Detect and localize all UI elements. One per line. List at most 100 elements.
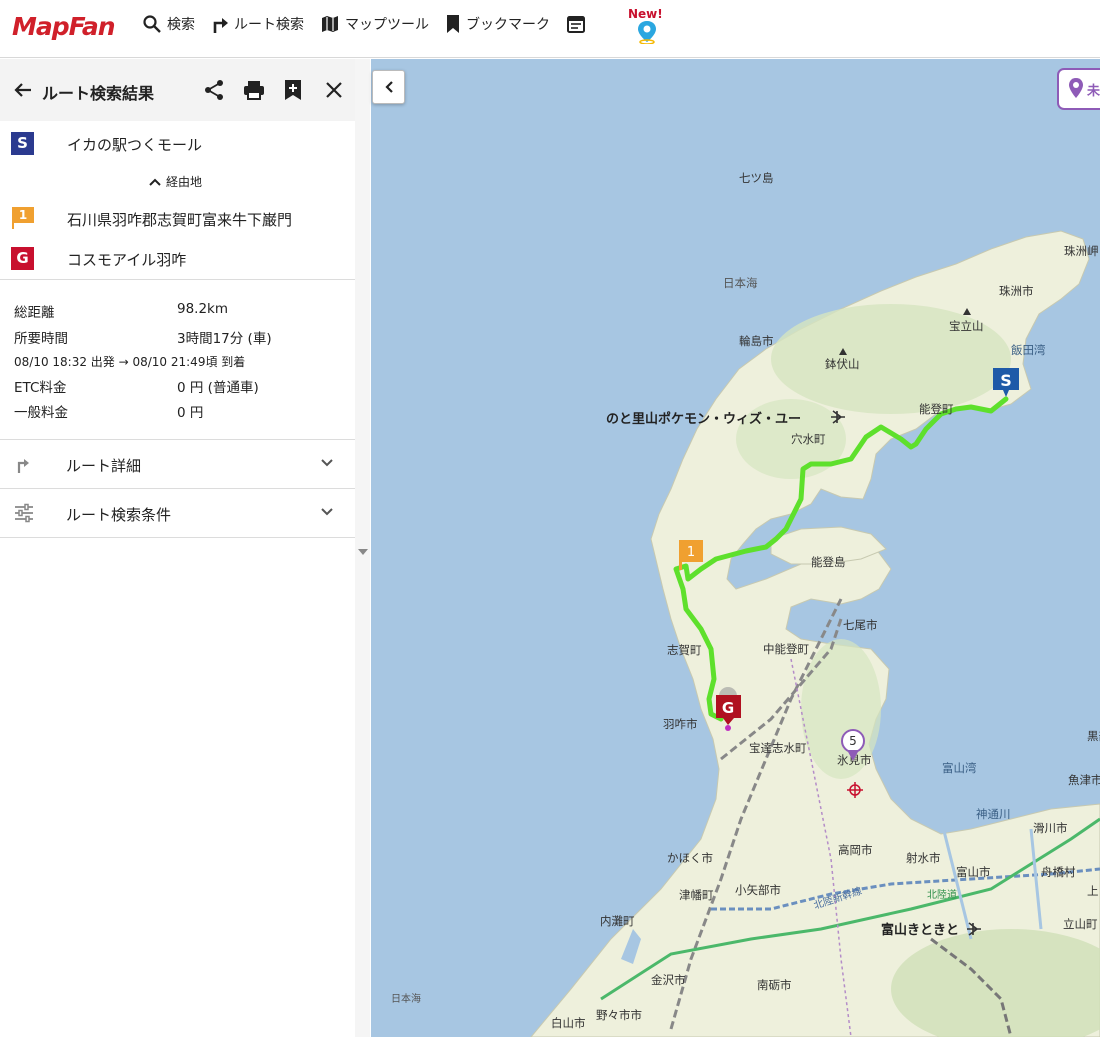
map-chip-label: 未	[1087, 84, 1100, 99]
map-label: 野々市市	[596, 1008, 642, 1022]
chevron-up-icon	[149, 178, 161, 186]
panel-header: ルート検索結果	[0, 59, 355, 121]
share-icon[interactable]	[203, 79, 225, 101]
route-conditions-label: ルート検索条件	[66, 506, 172, 524]
map-label: 能登島	[811, 555, 846, 569]
map-label: 魚津市	[1068, 773, 1100, 787]
nav-search-label: 検索	[167, 17, 195, 33]
toll-value: 0 円	[177, 405, 204, 421]
etc-value: 0 円 (普通車)	[177, 380, 259, 396]
back-arrow-icon[interactable]	[12, 79, 34, 101]
map-label: 中能登町	[763, 642, 809, 656]
route-icon	[213, 18, 228, 33]
goal-badge: G	[11, 247, 34, 270]
map-label: 富山市	[956, 865, 991, 879]
nav-calendar[interactable]	[566, 14, 591, 34]
via-toggle-label: 経由地	[166, 175, 203, 189]
map-label: 津幡町	[679, 888, 714, 902]
via-flag-icon: 1	[12, 207, 34, 229]
add-bookmark-icon[interactable]	[284, 79, 302, 101]
map-label: 日本海	[723, 276, 758, 290]
map-label: 宝達志水町	[749, 741, 807, 755]
map-icon	[322, 16, 338, 32]
map-label: 珠洲岬	[1064, 244, 1099, 258]
collapse-panel-button[interactable]	[372, 70, 405, 104]
map-label: 日本海	[391, 992, 421, 1005]
chevron-down-icon	[321, 459, 333, 467]
svg-text:S: S	[1000, 371, 1012, 390]
distance-value: 98.2km	[177, 301, 229, 317]
map-label: 穴水町	[791, 432, 826, 446]
toll-label: 一般料金	[14, 405, 68, 421]
map-pin-new-icon[interactable]	[636, 20, 658, 44]
via-points-toggle[interactable]: 経由地	[148, 173, 202, 190]
map-label: 富山湾	[942, 761, 977, 775]
bookmark-icon	[447, 15, 459, 33]
location-pin-icon	[1069, 78, 1083, 98]
map-label: 飯田湾	[1011, 343, 1046, 357]
time-label: 所要時間	[14, 331, 68, 347]
waypoint-start[interactable]: S イカの駅つくモール	[0, 126, 355, 162]
nav-search[interactable]: 検索	[142, 14, 195, 34]
map-label: 高岡市	[838, 843, 873, 857]
chevron-left-icon	[384, 81, 393, 93]
settings-sliders-icon	[15, 503, 33, 523]
divider	[0, 279, 355, 280]
nav-route-search-label: ルート検索	[234, 17, 304, 33]
via-badge-number: 1	[19, 208, 27, 222]
waypoint-goal[interactable]: G コスモアイル羽咋	[0, 241, 355, 277]
map-label: 小矢部市	[735, 883, 781, 897]
map-label: 鉢伏山	[825, 357, 860, 371]
map-label: 珠洲市	[999, 284, 1034, 298]
map-label: 黒部	[1087, 729, 1100, 743]
nav-map-tools[interactable]: マップツール	[320, 14, 429, 34]
goal-label: コスモアイル羽咋	[67, 251, 187, 269]
nav-map-tools-label: マップツール	[345, 17, 429, 33]
svg-text:1: 1	[687, 545, 695, 560]
panel-scrollbar[interactable]	[355, 59, 370, 1037]
route-detail-icon	[17, 459, 29, 473]
calendar-icon	[567, 16, 585, 33]
map-label: 北陸道	[927, 888, 957, 901]
map-label: 射水市	[906, 851, 941, 865]
map-svg[interactable]: 七ツ島 日本海 珠洲岬 珠洲市 宝立山 飯田湾 輪島市 鉢伏山 のと里山ポケモン…	[371, 59, 1100, 1037]
search-icon	[143, 15, 161, 33]
map-label: 白山市	[551, 1016, 586, 1030]
main-nav: 検索 ルート検索 マップツール ブックマーク	[142, 14, 607, 34]
nav-bookmark-label: ブックマーク	[466, 17, 550, 33]
map-label: 七尾市	[843, 618, 878, 632]
mapfan-logo[interactable]: MapFan	[12, 12, 116, 41]
map-label: のと里山ポケモン・ウィズ・ユー	[606, 411, 801, 427]
map-label: 舟橋村	[1041, 865, 1076, 879]
map-label: 内灘町	[600, 914, 635, 928]
route-detail-label: ルート詳細	[66, 457, 142, 475]
start-label: イカの駅つくモール	[67, 136, 203, 154]
nav-bookmark[interactable]: ブックマーク	[445, 14, 550, 34]
map-label: 能登町	[919, 402, 954, 416]
new-badge: New!	[628, 7, 663, 21]
scroll-down-arrow[interactable]	[358, 549, 368, 555]
etc-label: ETC料金	[14, 380, 67, 396]
route-result-panel: ルート検索結果 S イカの駅つくモール 経由地 1 石川県羽咋郡志賀町富来牛下巌…	[0, 59, 370, 1037]
map-canvas[interactable]: 七ツ島 日本海 珠洲岬 珠洲市 宝立山 飯田湾 輪島市 鉢伏山 のと里山ポケモン…	[371, 59, 1100, 1037]
map-label: 金沢市	[651, 973, 686, 987]
svg-text:G: G	[722, 699, 734, 717]
schedule-text: 08/10 18:32 出発 → 08/10 21:49頃 到着	[14, 355, 246, 369]
map-label: 神通川	[976, 807, 1011, 821]
panel-title: ルート検索結果	[42, 84, 155, 103]
map-label: 滑川市	[1033, 821, 1068, 835]
route-detail-section[interactable]: ルート詳細	[0, 440, 355, 488]
via-label: 石川県羽咋郡志賀町富来牛下巌門	[67, 211, 293, 229]
map-label: 輪島市	[739, 334, 774, 348]
map-label: かほく市	[667, 851, 713, 865]
print-icon[interactable]	[243, 79, 265, 101]
map-label: 立山町	[1063, 917, 1098, 931]
divider	[0, 537, 355, 538]
svg-text:5: 5	[849, 734, 857, 748]
route-conditions-section[interactable]: ルート検索条件	[0, 489, 355, 537]
waypoint-via-1[interactable]: 1 石川県羽咋郡志賀町富来牛下巌門	[0, 201, 355, 237]
map-label: 上	[1087, 884, 1099, 898]
map-label: 志賀町	[667, 643, 702, 657]
close-icon[interactable]	[325, 79, 343, 101]
nav-route-search[interactable]: ルート検索	[211, 14, 304, 34]
